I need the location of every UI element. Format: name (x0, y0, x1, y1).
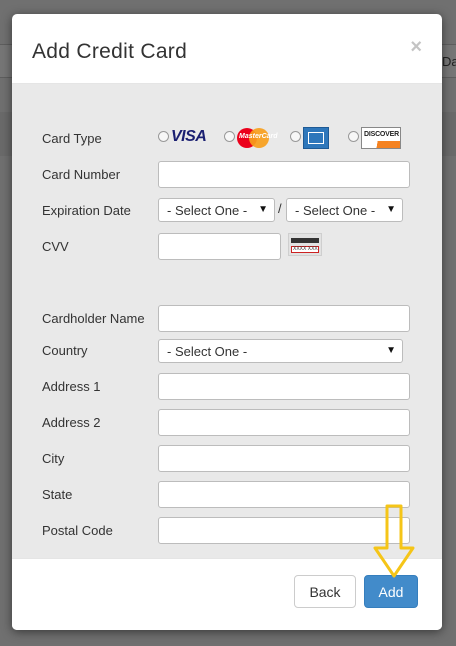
cvv-label: CVV (42, 239, 69, 254)
address1-row: Address 1 (12, 372, 442, 402)
expiration-month-select[interactable]: - Select One - ▼ (158, 198, 275, 222)
modal-body: Card Type VISA MasterCard DISCOVER Card … (12, 84, 442, 558)
radio-visa[interactable] (158, 131, 169, 142)
card-back-cvv-icon: XXXX XXX (288, 233, 322, 256)
cardholder-name-label: Cardholder Name (42, 311, 145, 326)
chevron-down-icon: ▼ (258, 204, 268, 215)
visa-logo: VISA (171, 128, 207, 145)
card-number-input[interactable] (158, 161, 410, 188)
chevron-down-icon: ▼ (386, 204, 396, 215)
mastercard-logo: MasterCard (237, 127, 278, 149)
state-label: State (42, 487, 73, 502)
postal-code-label: Postal Code (42, 523, 113, 538)
country-value: - Select One - (167, 344, 248, 359)
down-arrow-icon (373, 504, 415, 578)
background-edge-text: Da (442, 54, 456, 69)
address2-input[interactable] (158, 409, 410, 436)
modal-header: Add Credit Card × (12, 14, 442, 84)
address1-input[interactable] (158, 373, 410, 400)
city-label: City (42, 451, 65, 466)
address1-label: Address 1 (42, 379, 101, 394)
back-button[interactable]: Back (294, 575, 356, 608)
expiration-separator: / (278, 201, 282, 216)
close-button[interactable]: × (410, 37, 422, 57)
card-type-row: Card Type VISA MasterCard DISCOVER (12, 124, 442, 154)
expiration-year-value: - Select One - (295, 203, 376, 218)
address2-label: Address 2 (42, 415, 101, 430)
amex-logo (303, 127, 329, 149)
chevron-down-icon: ▼ (386, 345, 396, 356)
city-row: City (12, 444, 442, 474)
radio-mastercard[interactable] (224, 131, 235, 142)
card-number-row: Card Number (12, 160, 442, 190)
radio-discover[interactable] (348, 131, 359, 142)
expiration-year-select[interactable]: - Select One - ▼ (286, 198, 403, 222)
cvv-input[interactable] (158, 233, 281, 260)
expiration-row: Expiration Date - Select One - ▼ / - Sel… (12, 196, 442, 226)
cvv-row: CVV XXXX XXX (12, 232, 442, 262)
expiration-month-value: - Select One - (167, 203, 248, 218)
city-input[interactable] (158, 445, 410, 472)
card-number-label: Card Number (42, 167, 121, 182)
modal-title: Add Credit Card (32, 40, 188, 63)
country-label: Country (42, 343, 88, 358)
cardholder-name-input[interactable] (158, 305, 410, 332)
card-type-label: Card Type (42, 131, 102, 146)
address2-row: Address 2 (12, 408, 442, 438)
discover-logo: DISCOVER (361, 127, 401, 149)
radio-amex[interactable] (290, 131, 301, 142)
country-row: Country - Select One - ▼ (12, 336, 442, 366)
country-select[interactable]: - Select One - ▼ (158, 339, 403, 363)
cardholder-name-row: Cardholder Name (12, 304, 442, 334)
expiration-date-label: Expiration Date (42, 203, 131, 218)
